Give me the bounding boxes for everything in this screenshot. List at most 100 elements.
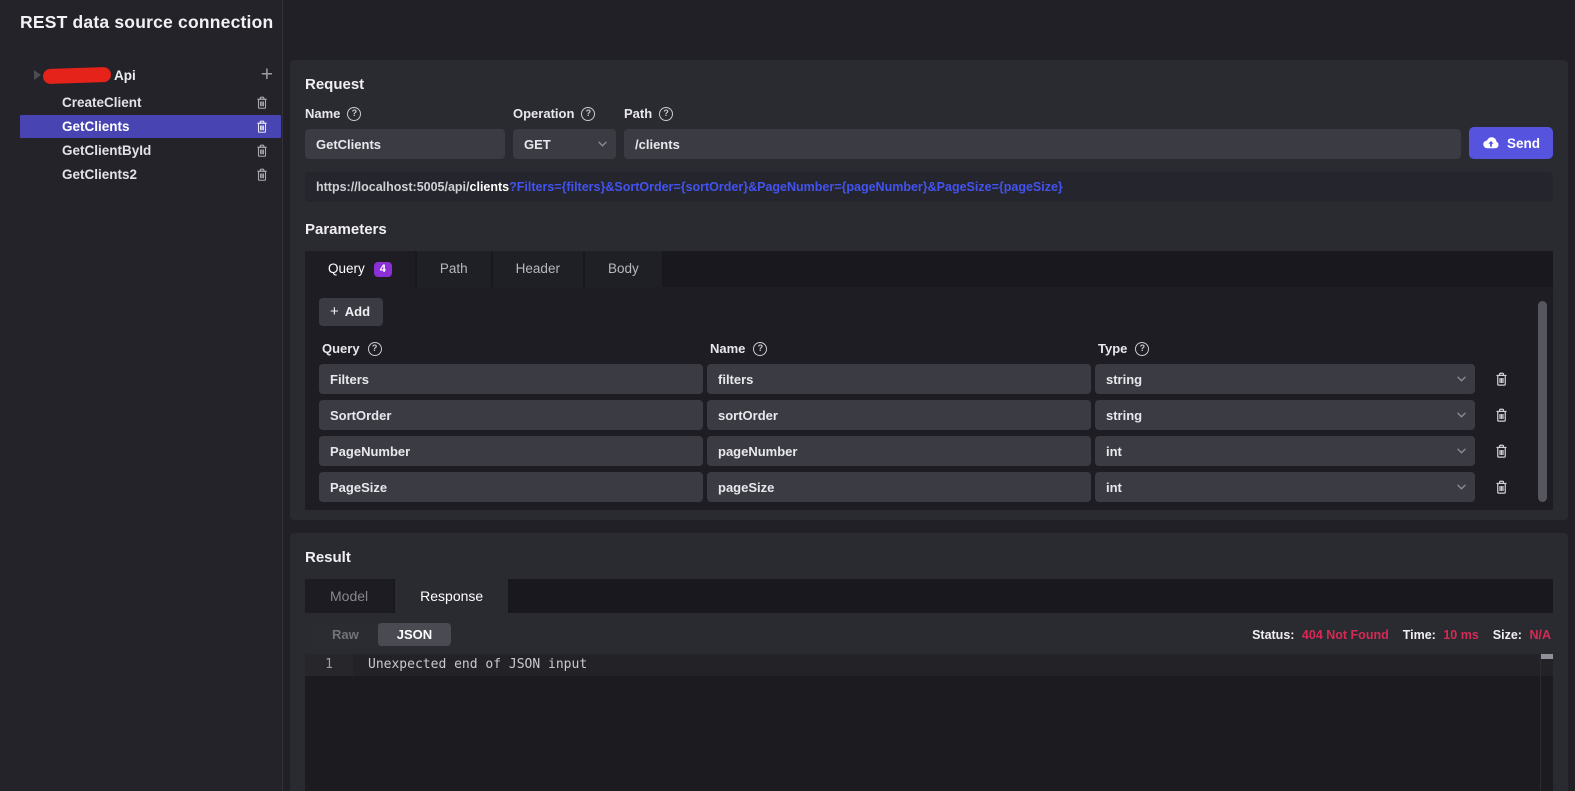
parameters-scrollbar[interactable] xyxy=(1538,301,1547,502)
size-value: N/A xyxy=(1529,627,1551,642)
type-select[interactable]: int xyxy=(1095,436,1475,466)
column-header-name: Name ? xyxy=(707,341,1091,356)
query-input[interactable] xyxy=(319,364,703,394)
name-input[interactable] xyxy=(707,436,1091,466)
status-value: 404 Not Found xyxy=(1301,627,1389,642)
type-select[interactable]: string xyxy=(1095,400,1475,430)
cloud-upload-icon xyxy=(1482,136,1500,150)
help-icon[interactable]: ? xyxy=(659,106,674,121)
sidebar-item-getclients[interactable]: GetClients xyxy=(20,115,281,138)
sidebar: REST data source connection Api + Create… xyxy=(0,0,283,791)
delete-icon[interactable] xyxy=(255,143,269,159)
tab-label: Path xyxy=(439,261,468,276)
name-input[interactable] xyxy=(707,364,1091,394)
parameters-tab-strip: Query 4 Path Header Body xyxy=(305,251,1553,287)
path-label-text: Path xyxy=(624,106,653,121)
operation-value: GET xyxy=(524,136,551,152)
api-root-item[interactable]: Api + xyxy=(20,63,281,87)
result-toolbar: Raw JSON Status: 404 Not Found Time: 10 … xyxy=(305,623,1553,646)
raw-toggle-button[interactable]: Raw xyxy=(313,623,378,646)
path-field-group: Path ? xyxy=(624,106,1461,159)
tab-path[interactable]: Path xyxy=(416,251,491,287)
column-header-type: Type ? xyxy=(1095,341,1475,356)
trash-icon xyxy=(1494,443,1509,460)
delete-icon[interactable] xyxy=(255,167,269,183)
tab-model[interactable]: Model xyxy=(305,579,394,613)
tab-label: Header xyxy=(515,261,560,276)
name-input[interactable] xyxy=(707,472,1091,502)
query-input[interactable] xyxy=(319,472,703,502)
send-button[interactable]: Send xyxy=(1469,127,1553,159)
sidebar-item-createclient[interactable]: CreateClient xyxy=(20,91,281,114)
tab-body[interactable]: Body xyxy=(584,251,662,287)
editor-scrollbar[interactable] xyxy=(1540,654,1553,791)
help-icon[interactable]: ? xyxy=(1135,341,1150,356)
json-toggle-button[interactable]: JSON xyxy=(377,623,452,646)
expand-caret-icon[interactable] xyxy=(34,70,41,80)
query-parameters-content: + Add Query ? Name ? Type ? Filters filt… xyxy=(305,287,1553,510)
result-tab-strip: Model Response xyxy=(305,579,1553,613)
tab-header[interactable]: Header xyxy=(492,251,583,287)
status-group: Status: 404 Not Found xyxy=(1252,628,1389,642)
add-endpoint-icon[interactable]: + xyxy=(261,64,273,85)
type-value: string xyxy=(1106,407,1143,423)
sidebar-item-label: CreateClient xyxy=(62,95,142,110)
response-editor[interactable]: 1 Unexpected end of JSON input xyxy=(305,654,1553,791)
sidebar-item-getclients2[interactable]: GetClients2 xyxy=(20,163,281,186)
name-input[interactable] xyxy=(707,400,1091,430)
chevron-down-icon xyxy=(1456,448,1467,455)
parameters-table: Query ? Name ? Type ? Filters filters st… xyxy=(319,341,1523,502)
path-input[interactable] xyxy=(624,129,1461,159)
help-icon[interactable]: ? xyxy=(581,106,596,121)
plus-icon: + xyxy=(330,303,339,320)
help-icon[interactable]: ? xyxy=(753,341,768,356)
delete-row-button[interactable] xyxy=(1479,407,1523,424)
tab-label: Model xyxy=(330,588,369,604)
delete-icon[interactable] xyxy=(255,95,269,111)
sidebar-item-label: GetClients2 xyxy=(62,167,138,182)
type-select[interactable]: string xyxy=(1095,364,1475,394)
delete-icon[interactable] xyxy=(255,119,269,135)
type-value: string xyxy=(1106,371,1143,387)
add-parameter-button[interactable]: + Add xyxy=(319,298,384,326)
main-area: Request Name ? Operation ? GET xyxy=(283,0,1575,791)
query-input[interactable] xyxy=(319,400,703,430)
response-status-line: Status: 404 Not Found Time: 10 ms Size: … xyxy=(1252,628,1551,642)
status-label: Status: xyxy=(1252,627,1295,642)
tab-query[interactable]: Query 4 xyxy=(305,251,415,287)
result-heading: Result xyxy=(305,549,351,566)
chevron-down-icon xyxy=(597,141,608,148)
delete-row-button[interactable] xyxy=(1479,443,1523,460)
time-group: Time: 10 ms xyxy=(1403,628,1479,642)
operation-label: Operation ? xyxy=(513,106,616,121)
time-value: 10 ms xyxy=(1443,627,1479,642)
name-input[interactable] xyxy=(305,129,505,159)
help-icon[interactable]: ? xyxy=(347,106,362,121)
delete-row-button[interactable] xyxy=(1479,371,1523,388)
column-header-text: Type xyxy=(1098,341,1128,356)
redaction-overlay xyxy=(42,66,112,84)
sidebar-item-getclientbyid[interactable]: GetClientById xyxy=(20,139,281,162)
tab-label: Body xyxy=(607,261,639,276)
help-icon[interactable]: ? xyxy=(367,341,382,356)
editor-line: 1 Unexpected end of JSON input xyxy=(305,654,1553,676)
type-value: int xyxy=(1106,443,1122,459)
add-button-label: Add xyxy=(344,304,371,319)
editor-scrollbar-thumb[interactable] xyxy=(1541,654,1553,659)
url-resource: clients xyxy=(469,180,510,194)
column-header-text: Query xyxy=(322,341,360,356)
trash-icon xyxy=(1494,479,1509,496)
query-count-badge: 4 xyxy=(373,261,392,277)
chevron-down-icon xyxy=(1456,484,1467,491)
size-label: Size: xyxy=(1492,627,1522,642)
tab-response[interactable]: Response xyxy=(395,579,509,613)
operation-select[interactable]: GET xyxy=(513,129,616,159)
column-header-text: Name xyxy=(710,341,746,356)
time-label: Time: xyxy=(1402,627,1436,642)
type-select[interactable]: int xyxy=(1095,472,1475,502)
operation-field-group: Operation ? GET xyxy=(513,106,616,159)
delete-row-button[interactable] xyxy=(1479,479,1523,496)
tab-label: Response xyxy=(420,588,484,604)
sidebar-item-label: GetClients xyxy=(62,119,130,134)
query-input[interactable] xyxy=(319,436,703,466)
